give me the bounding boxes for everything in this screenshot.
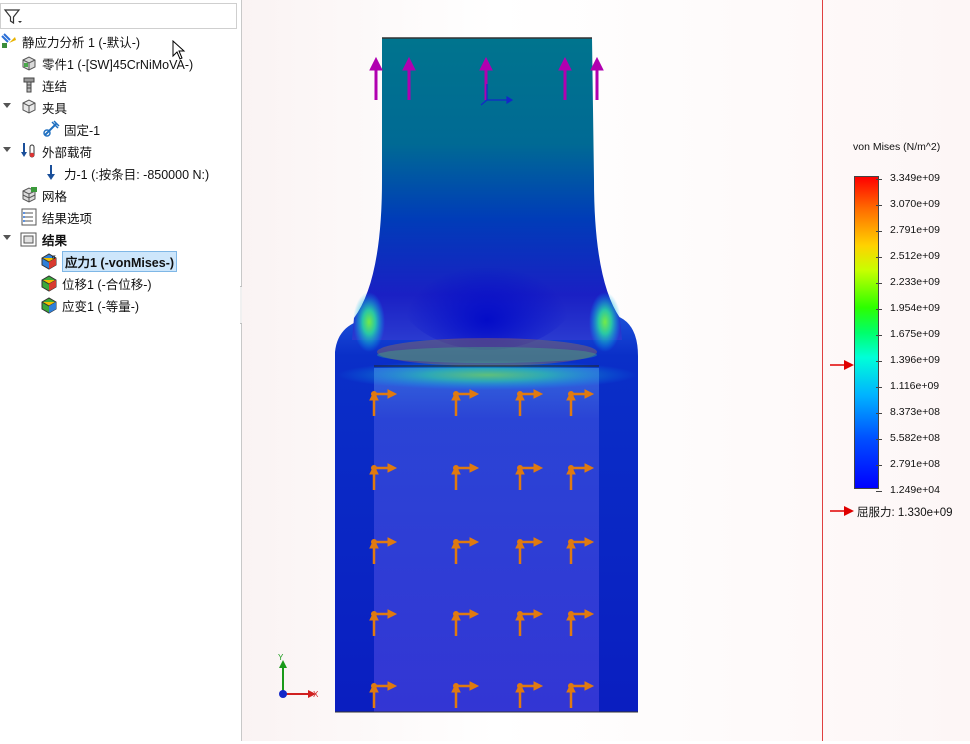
tree-item-mesh[interactable]: 网格 <box>20 185 67 205</box>
tree-item-fixtures[interactable]: 夹具 <box>3 97 68 117</box>
legend-value-label: 1.249e+04 <box>890 484 940 496</box>
expander-icon[interactable] <box>3 147 11 152</box>
legend-tick <box>876 491 882 492</box>
filter-icon[interactable] <box>3 8 23 26</box>
yield-strength-label: 屈服力: 1.330e+09 <box>857 507 953 519</box>
legend-value-label: 2.791e+08 <box>890 458 940 470</box>
tree-item-label: 位移1 (-合位移-) <box>62 277 152 292</box>
legend-value-label: 2.233e+09 <box>890 276 940 288</box>
legend-tick <box>876 439 882 440</box>
tree-item-label: 结果选项 <box>42 211 93 226</box>
fixture-icon <box>22 99 36 114</box>
triad-x-label: X <box>313 690 319 699</box>
legend-tick <box>876 179 882 180</box>
tree-item-external-loads[interactable]: 外部载荷 <box>3 141 93 161</box>
legend-color-bar[interactable] <box>854 176 879 489</box>
legend-tick <box>876 335 882 336</box>
expander-icon[interactable] <box>3 235 11 240</box>
part-icon <box>22 56 36 71</box>
legend-tick <box>876 309 882 310</box>
tree-item-label: 静应力分析 1 (-默认-) <box>22 35 141 50</box>
fixed-geometry-icon <box>43 120 60 137</box>
stress-plot-icon: σ <box>41 253 57 270</box>
tree-filter-bar[interactable] <box>0 3 237 29</box>
viewport-border <box>822 0 823 741</box>
tree-item-label: 应力1 (-vonMises-) <box>62 250 178 272</box>
tree-item-label: 固定-1 <box>64 123 101 138</box>
mesh-icon <box>22 187 37 203</box>
yield-marker-arrow-icon <box>830 360 854 370</box>
legend-value-label: 3.349e+09 <box>890 172 940 184</box>
legend-value-label: 2.512e+09 <box>890 250 940 262</box>
legend-value-label: 1.396e+09 <box>890 354 940 366</box>
legend-tick <box>876 205 882 206</box>
legend-value-label: 1.954e+09 <box>890 302 940 314</box>
tree-item-label: 连结 <box>42 79 68 94</box>
legend-value-label: 1.116e+09 <box>890 380 940 392</box>
legend-value-label: 3.070e+09 <box>890 198 940 210</box>
tree-item-displacement-1[interactable]: 位移1 (-合位移-) <box>40 273 152 293</box>
tree-item-label: 应变1 (-等量-) <box>62 299 140 314</box>
tree-item-results[interactable]: 结果 <box>3 229 68 249</box>
tree-item-label: 夹具 <box>42 101 68 116</box>
tree-item-result-options[interactable]: 结果选项 <box>20 207 92 227</box>
legend-value-label: 8.373e+08 <box>890 406 940 418</box>
tree-item-fixture-1[interactable]: 固定-1 <box>42 119 100 139</box>
displacement-plot-icon <box>41 275 57 292</box>
tree-item-strain-1[interactable]: 应变1 (-等量-) <box>40 295 139 315</box>
inner-cylinder-shape <box>374 368 599 712</box>
legend-tick <box>876 465 882 466</box>
bolt-connector-icon <box>23 77 35 93</box>
legend-value-label: 1.675e+09 <box>890 328 940 340</box>
legend-value-label: 2.791e+09 <box>890 224 940 236</box>
tree-item-label: 力-1 (:按条目: -850000 N:) <box>64 167 210 182</box>
tree-item-label: 零件1 (-[SW]45CrNiMoVA-) <box>42 57 194 72</box>
legend-value-label: 5.582e+08 <box>890 432 940 444</box>
result-options-icon <box>21 208 37 226</box>
svg-text:σ: σ <box>52 255 56 261</box>
expander-icon[interactable] <box>3 103 11 108</box>
tree-item-label: 外部载荷 <box>42 145 93 160</box>
legend-tick <box>876 361 882 362</box>
study-icon <box>1 33 16 48</box>
yield-legend-arrow-icon <box>830 506 854 516</box>
triad-y-label: Y <box>278 653 284 662</box>
feature-tree-panel: 静应力分析 1 (-默认-) 零件1 (-[SW]45CrNiMoVA-) 连结… <box>0 0 242 741</box>
tree-item-connections[interactable]: 连结 <box>20 75 67 95</box>
tree-item-study[interactable]: 静应力分析 1 (-默认-) <box>0 31 140 51</box>
force-arrow-icon <box>47 165 55 180</box>
external-load-icon <box>21 143 35 158</box>
mouse-cursor-icon <box>172 40 186 60</box>
tree-item-part[interactable]: 零件1 (-[SW]45CrNiMoVA-) <box>20 53 193 73</box>
strain-plot-icon <box>41 297 57 314</box>
legend-tick <box>876 257 882 258</box>
tree-item-label: 网格 <box>42 189 68 204</box>
results-folder-icon <box>20 232 37 247</box>
tree-item-force-1[interactable]: 力-1 (:按条目: -850000 N:) <box>42 163 209 183</box>
legend-tick <box>876 231 882 232</box>
global-triad-icon: Y X <box>278 653 319 699</box>
tree-item-stress-1[interactable]: σ 应力1 (-vonMises-) <box>40 250 178 272</box>
legend-tick <box>876 387 882 388</box>
legend-title: von Mises (N/m^2) <box>853 141 941 153</box>
tree-item-label: 结果 <box>42 233 68 248</box>
legend-tick <box>876 413 882 414</box>
legend-tick <box>876 283 882 284</box>
